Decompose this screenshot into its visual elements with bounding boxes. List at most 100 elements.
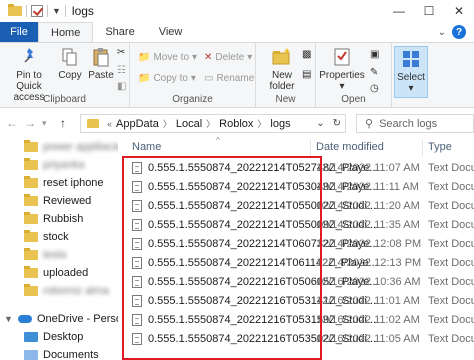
file-row[interactable]: 0.555.1.5550874_20221216T053141Z_Studi..… [118,293,474,309]
up-icon[interactable]: ↑ [60,116,66,130]
divider [47,5,48,17]
nav-item-reviewed[interactable]: Reviewed [24,192,91,210]
paste-shortcut-icon[interactable]: ◧ [117,81,126,92]
close-icon[interactable]: ✕ [444,0,474,22]
chevron-down-icon: ▾ [339,81,345,92]
file-row[interactable]: 0.555.1.5550874_20221214T061142Z_Playe..… [118,255,474,271]
help-icon[interactable]: ? [452,25,466,39]
cut-icon[interactable]: ✂ [117,47,125,58]
file-type: Text Docum [428,314,474,326]
file-row[interactable]: 0.555.1.5550874_20221214T055009Z_Studi..… [118,217,474,233]
recent-locations-icon[interactable]: ▾ [42,118,47,129]
select-label: Select [397,72,425,83]
file-row[interactable]: 0.555.1.5550874_20221214T052748Z_Playe..… [118,160,474,176]
forward-icon[interactable]: → [24,116,36,130]
chevron-right-icon[interactable]: 〉 [206,117,215,130]
nav-folder-item[interactable]: robomiz alma [24,282,109,300]
properties-icon [334,48,350,66]
minimize-icon[interactable]: — [384,0,414,22]
column-divider[interactable] [310,140,311,156]
folder-icon [24,140,38,152]
nav-folder-label: robomiz alma [43,285,110,297]
refresh-icon[interactable]: ↻ [333,118,341,129]
nav-item-documents[interactable]: Documents [24,346,99,360]
ribbon: Pin to Quick access Copy Paste ✂ ☷ ◧ Cli… [0,42,474,108]
tab-home[interactable]: Home [38,22,94,42]
file-row[interactable]: 0.555.1.5550874_20221214T060732Z_Playe..… [118,236,474,252]
column-header-type[interactable]: Type [428,141,452,153]
nav-folder-label: stock [43,231,69,243]
expand-ribbon-icon[interactable]: ⌄ [438,27,446,38]
nav-item-rubbish[interactable]: Rubbish [24,210,83,228]
easy-access-icon[interactable]: ▤ [302,69,311,80]
file-date: 12/14/2022 12:08 PM [316,238,422,250]
copy-button[interactable]: Copy [58,46,82,81]
properties-label: Properties [319,70,365,81]
search-box[interactable]: ⚲ Search logs [356,114,474,133]
nav-folder-item[interactable]: priyanka [24,156,85,174]
column-header-date-modified[interactable]: Date modified [316,141,384,153]
documents-label: Documents [43,349,99,360]
text-document-icon [132,276,142,288]
nav-folder-item[interactable]: tesla [24,246,66,264]
tab-share[interactable]: Share [93,22,146,42]
new-folder-button[interactable]: New folder [262,46,302,92]
breadcrumb-logs[interactable]: logs [270,118,290,130]
chevron-down-icon: ▾ [247,52,253,63]
file-row[interactable]: 0.555.1.5550874_20221216T053159Z_Studi..… [118,312,474,328]
nav-item-uploaded[interactable]: uploaded [24,264,88,282]
move-to-button[interactable]: 📁 Move to ▾ [138,52,197,63]
customize-toolbar-dropdown-icon[interactable]: ▼ [52,6,61,16]
delete-icon: ✕ [204,52,213,63]
folder-icon [24,176,38,188]
nav-folder-item[interactable]: power applilaces [24,138,125,156]
nav-folder-label: Rubbish [43,213,84,225]
breadcrumb-local[interactable]: Local [176,118,202,130]
nav-item-onedrive[interactable]: OneDrive - Person [18,310,128,328]
file-type: Text Docum [428,200,474,212]
back-icon[interactable]: ← [6,116,18,130]
folder-icon [24,212,38,224]
nav-item-reset-iphone[interactable]: reset iphone [24,174,104,192]
tab-file[interactable]: File [0,22,38,42]
select-button[interactable]: Select ▾ [394,46,428,98]
column-divider[interactable] [422,140,423,156]
ribbon-help-area: ⌄ ? [438,22,466,42]
delete-button[interactable]: ✕ Delete ▾ [204,52,252,63]
column-header-name[interactable]: Name [132,141,161,153]
file-row[interactable]: 0.555.1.5550874_20221216T053502Z_Studi..… [118,331,474,347]
file-row[interactable]: 0.555.1.5550874_20221214T055002Z_Studi..… [118,198,474,214]
maximize-icon[interactable]: ☐ [414,0,444,22]
copy-to-button[interactable]: 📁 Copy to ▾ [138,73,196,84]
file-date: 12/14/2022 12:13 PM [316,257,422,269]
properties-check-icon[interactable] [31,5,43,17]
text-document-icon [132,257,142,269]
address-overflow-icon[interactable]: « [107,119,112,129]
file-date: 12/14/2022 11:07 AM [316,162,420,174]
properties-button[interactable]: Properties ▾ [319,46,365,92]
file-row[interactable]: 0.555.1.5550874_20221214T053049Z_Playe..… [118,179,474,195]
paste-button[interactable]: Paste [88,46,114,81]
rename-icon: ▭ [204,73,214,84]
tab-view[interactable]: View [147,22,195,42]
chevron-down-icon[interactable]: ⌄ [316,118,324,129]
select-group: Select ▾ [392,43,432,107]
file-row[interactable]: 0.555.1.5550874_20221216T050605Z_Playe..… [118,274,474,290]
copy-path-icon[interactable]: ☷ [117,65,126,76]
history-icon[interactable]: ◷ [370,83,379,94]
text-document-icon [132,181,142,193]
expand-onedrive-icon[interactable]: ▼ [4,314,13,324]
open-icon[interactable]: ▣ [370,49,379,60]
breadcrumb-roblox[interactable]: Roblox [219,118,253,130]
rename-button[interactable]: ▭ Rename [204,73,254,84]
nav-item-stock[interactable]: stock [24,228,69,246]
quick-access-toolbar: ▼ [0,4,66,17]
nav-item-desktop[interactable]: Desktop [24,328,83,346]
chevron-right-icon[interactable]: 〉 [257,117,266,130]
breadcrumb-appdata[interactable]: AppData [116,118,159,130]
folder-icon [24,248,38,260]
edit-icon[interactable]: ✎ [370,67,378,78]
address-bar[interactable]: « AppData 〉 Local 〉 Roblox 〉 logs ⌄ ↻ [80,114,346,133]
new-item-icon[interactable]: ▩ [302,49,311,60]
chevron-right-icon[interactable]: 〉 [163,117,172,130]
